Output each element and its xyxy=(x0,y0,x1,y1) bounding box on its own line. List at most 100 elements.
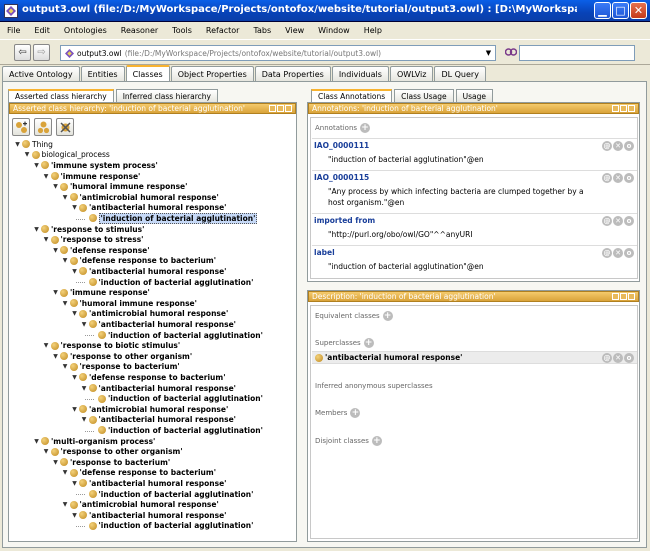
menu-help[interactable]: Help xyxy=(357,26,389,35)
expand-toggle-icon[interactable]: ▼ xyxy=(52,183,59,190)
add-member-button[interactable]: + xyxy=(350,408,361,418)
menu-refactor[interactable]: Refactor xyxy=(199,26,247,35)
expand-toggle-icon[interactable]: ▼ xyxy=(71,374,78,381)
annotation-row[interactable]: IAO_0000115 "Any process by which infect… xyxy=(312,170,637,213)
expand-toggle-icon[interactable]: ▼ xyxy=(52,353,59,360)
tree-node[interactable]: ▼ Thing xyxy=(14,139,53,150)
annotation-row[interactable]: label "induction of bacterial agglutinat… xyxy=(312,245,637,277)
tree-node[interactable]: ▼ 'multi-organism process' xyxy=(33,436,155,447)
tab-entities[interactable]: Entities xyxy=(80,66,125,81)
expand-toggle-icon[interactable]: ▼ xyxy=(71,406,78,413)
tree-node[interactable]: ▼ 'humoral immune response' xyxy=(52,181,187,192)
tree-node[interactable]: ▼ 'defense response' xyxy=(52,245,149,256)
tab-inferred-hierarchy[interactable]: Inferred class hierarchy xyxy=(115,89,218,102)
back-button[interactable]: ⇦ xyxy=(14,44,31,61)
menu-ontologies[interactable]: Ontologies xyxy=(57,26,114,35)
annotation-info-button[interactable]: @ xyxy=(602,248,612,258)
search-icon[interactable] xyxy=(504,46,518,58)
expand-toggle-icon[interactable]: ▼ xyxy=(71,268,78,275)
annotation-info-button[interactable]: @ xyxy=(602,216,612,226)
add-subclass-button[interactable] xyxy=(12,118,30,136)
title-bar[interactable]: output3.owl (file:/D:/MyWorkspace/Projec… xyxy=(0,0,650,22)
expand-toggle-icon[interactable]: ▼ xyxy=(71,480,78,487)
expand-toggle-icon[interactable]: ▼ xyxy=(62,300,69,307)
menu-view[interactable]: View xyxy=(278,26,311,35)
expand-toggle-icon[interactable]: ▼ xyxy=(81,385,88,392)
expand-toggle-icon[interactable]: ▼ xyxy=(33,438,40,445)
annotation-edit-button[interactable]: o xyxy=(624,248,634,258)
view-options-icon[interactable] xyxy=(612,293,619,300)
expand-toggle-icon[interactable]: ▼ xyxy=(43,448,50,455)
tree-node[interactable]: 'induction of bacterial agglutination' xyxy=(81,277,253,288)
tree-node[interactable]: ▼ 'antimicrobial humoral response' xyxy=(71,404,228,415)
expand-toggle-icon[interactable]: ▼ xyxy=(62,194,69,201)
tree-node[interactable]: ▼ 'defense response to bacterium' xyxy=(62,256,216,267)
tree-node[interactable]: ▼ 'antibacterial humoral response' xyxy=(81,415,236,426)
tree-node[interactable]: 'induction of bacterial agglutination' xyxy=(90,330,263,341)
expand-toggle-icon[interactable]: ▼ xyxy=(52,247,59,254)
annotation-edit-button[interactable]: o xyxy=(624,216,634,226)
tree-node[interactable]: ▼ 'humoral immune response' xyxy=(62,298,197,309)
tab-classes[interactable]: Classes xyxy=(125,65,170,81)
tree-node[interactable]: ▼ 'antibacterial humoral response' xyxy=(71,203,226,214)
tab-active-ontology[interactable]: Active Ontology xyxy=(2,66,80,81)
add-sibling-button[interactable] xyxy=(34,118,52,136)
expand-toggle-icon[interactable]: ▼ xyxy=(43,236,50,243)
expand-toggle-icon[interactable]: ▼ xyxy=(52,459,59,466)
view-options-icon[interactable] xyxy=(269,105,276,112)
annotation-property[interactable]: label xyxy=(314,248,335,257)
tree-node[interactable]: 'induction of bacterial agglutination' xyxy=(90,393,263,404)
view-options-icon[interactable] xyxy=(612,105,619,112)
tree-node[interactable]: ▼ 'response to stimulus' xyxy=(33,224,144,235)
menu-window[interactable]: Window xyxy=(311,26,357,35)
chevron-down-icon[interactable]: ▼ xyxy=(482,46,495,60)
add-equivalent-class-button[interactable]: + xyxy=(382,311,393,321)
annotation-info-button[interactable]: @ xyxy=(602,141,612,151)
annotation-delete-button[interactable]: ✕ xyxy=(613,141,623,151)
tab-owlviz[interactable]: OWLViz xyxy=(389,66,434,81)
tree-node[interactable]: ▼ 'antimicrobial humoral response' xyxy=(62,499,219,510)
view-close-icon[interactable] xyxy=(628,105,635,112)
expand-toggle-icon[interactable]: ▼ xyxy=(33,226,40,233)
annotation-edit-button[interactable]: o xyxy=(624,141,634,151)
add-annotation-button[interactable]: + xyxy=(360,123,371,133)
menu-tabs[interactable]: Tabs xyxy=(246,26,278,35)
menu-file[interactable]: File xyxy=(0,26,27,35)
tree-node[interactable]: ▼ 'response to biotic stimulus' xyxy=(43,340,180,351)
maximize-button[interactable]: □ xyxy=(612,2,629,19)
close-button[interactable]: ✕ xyxy=(630,2,647,19)
menu-tools[interactable]: Tools xyxy=(165,26,199,35)
tree-node[interactable]: 'induction of bacterial agglutination' xyxy=(81,489,253,500)
tree-node[interactable]: ▼ biological_process xyxy=(24,150,110,161)
tree-node[interactable]: ▼ 'defense response to bacterium' xyxy=(71,372,225,383)
expand-toggle-icon[interactable]: ▼ xyxy=(43,173,50,180)
expand-toggle-icon[interactable]: ▼ xyxy=(62,469,69,476)
tree-node[interactable]: ▼ 'antimicrobial humoral response' xyxy=(62,192,219,203)
annotation-edit-button[interactable]: o xyxy=(624,173,634,183)
delete-class-button[interactable] xyxy=(56,118,74,136)
superclass-value[interactable]: 'antibacterial humoral response' xyxy=(325,353,462,362)
tree-node[interactable]: ▼ 'response to bacterium' xyxy=(52,457,170,468)
annotation-delete-button[interactable]: ✕ xyxy=(613,173,623,183)
tree-node[interactable]: 'induction of bacterial agglutination' xyxy=(81,521,253,532)
tree-node[interactable]: ▼ 'response to bacterium' xyxy=(62,362,180,373)
expand-toggle-icon[interactable]: ▼ xyxy=(71,310,78,317)
superclass-edit-button[interactable]: o xyxy=(624,353,634,363)
expand-toggle-icon[interactable]: ▼ xyxy=(81,321,88,328)
tree-node[interactable]: ▼ 'immune response' xyxy=(52,287,150,298)
tree-node[interactable]: ▼ 'defense response to bacterium' xyxy=(62,468,216,479)
tab-individuals[interactable]: Individuals xyxy=(331,66,389,81)
add-superclass-button[interactable]: + xyxy=(363,338,374,348)
view-float-icon[interactable] xyxy=(620,293,627,300)
minimize-button[interactable]: ▁ xyxy=(594,2,611,19)
view-close-icon[interactable] xyxy=(285,105,292,112)
expand-toggle-icon[interactable]: ▼ xyxy=(14,141,21,148)
annotation-property[interactable]: IAO_0000111 xyxy=(314,141,369,150)
annotation-delete-button[interactable]: ✕ xyxy=(613,216,623,226)
tab-object-properties[interactable]: Object Properties xyxy=(170,66,254,81)
expand-toggle-icon[interactable]: ▼ xyxy=(71,512,78,519)
forward-button[interactable]: ⇨ xyxy=(33,44,50,61)
expand-toggle-icon[interactable]: ▼ xyxy=(71,204,78,211)
search-input[interactable] xyxy=(519,45,635,61)
menu-reasoner[interactable]: Reasoner xyxy=(114,26,165,35)
